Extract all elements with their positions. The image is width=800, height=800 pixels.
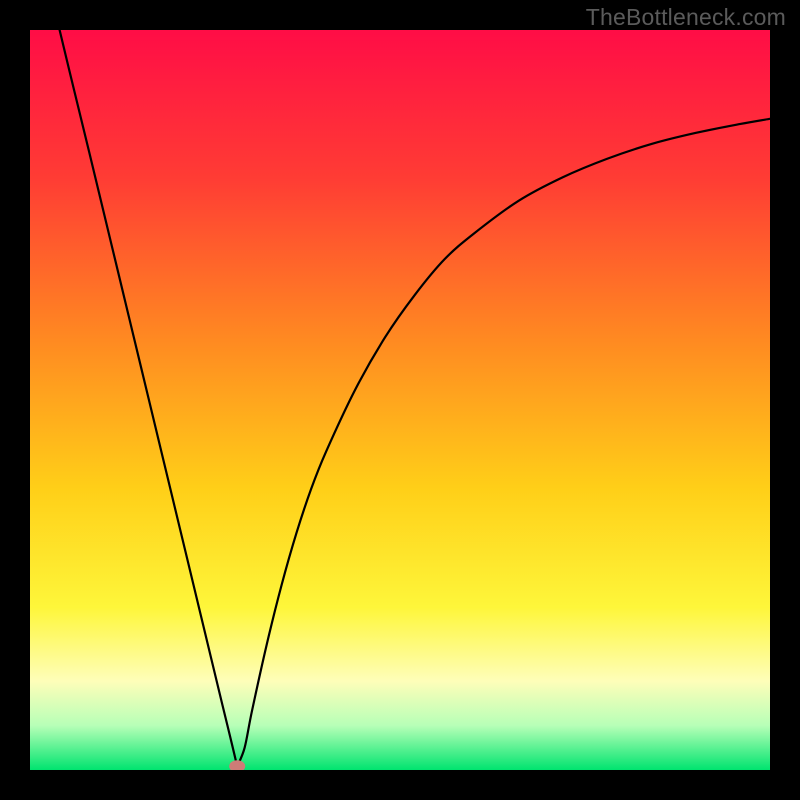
attribution-text: TheBottleneck.com (586, 4, 786, 31)
chart-frame: TheBottleneck.com (0, 0, 800, 800)
plot-svg (30, 30, 770, 770)
plot-area (30, 30, 770, 770)
